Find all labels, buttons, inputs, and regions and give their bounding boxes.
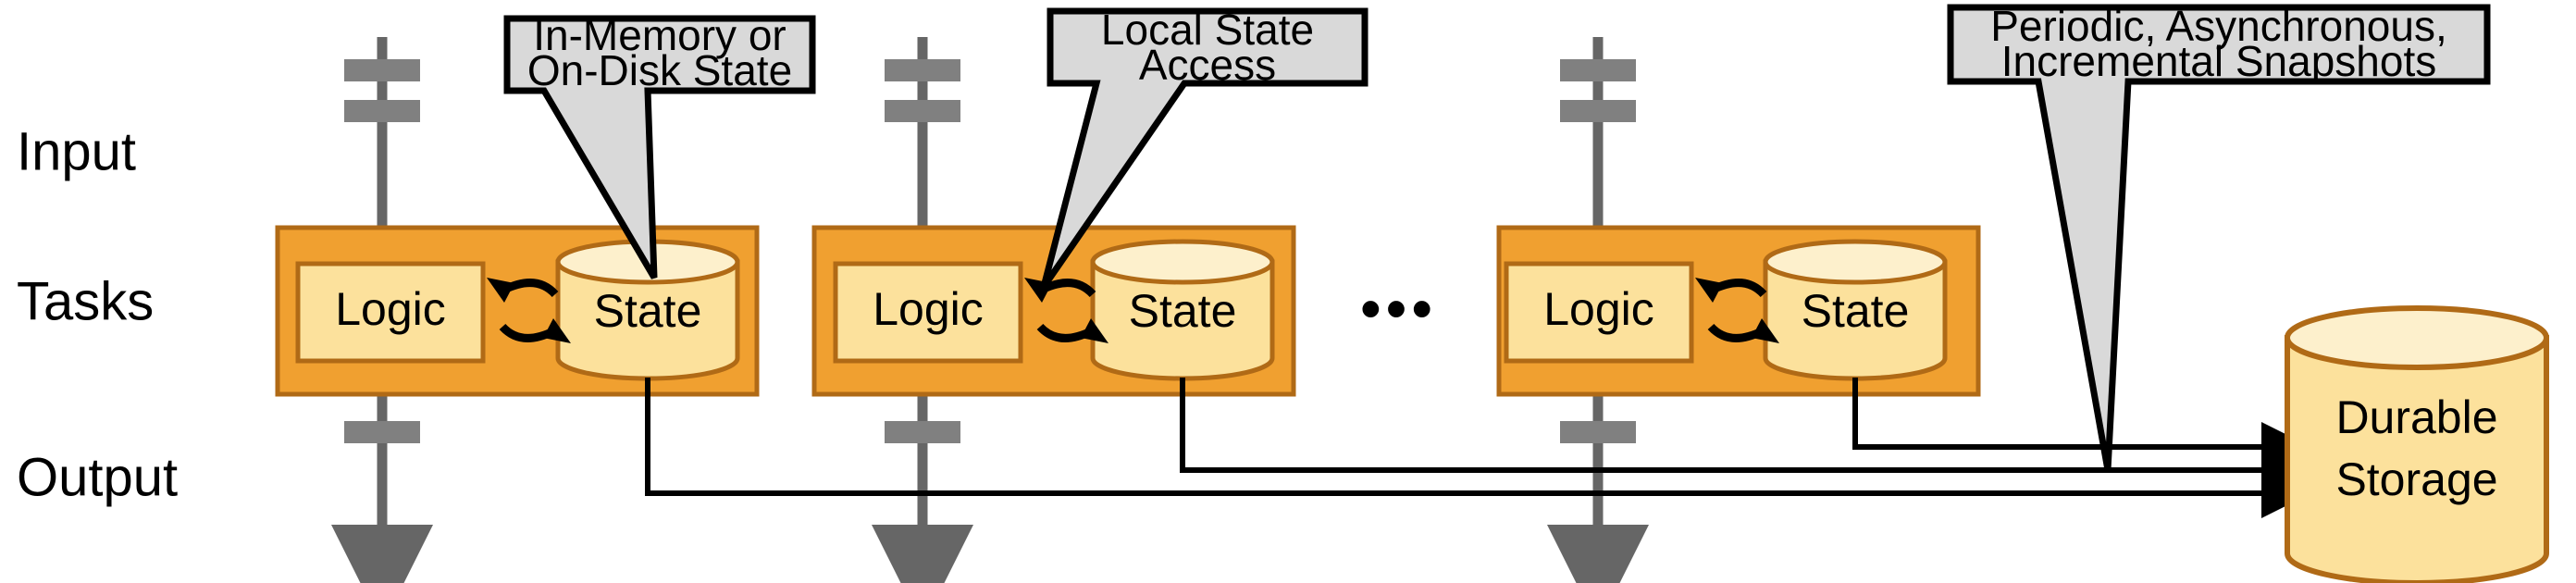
input-record-1b [344,100,420,122]
logic-label-3: Logic [1543,283,1654,335]
callout-periodic-snapshots-line2: Incremental Snapshots [2001,37,2437,85]
logic-label-1: Logic [335,283,446,335]
row-label-output: Output [17,447,178,507]
task-box-3[interactable]: Logic State [1496,225,1981,397]
input-record-3b [1560,100,1636,122]
state-cylinder-2[interactable]: State [1090,239,1275,381]
row-label-tasks: Tasks [17,271,154,331]
durable-storage-label-line1: Durable [2335,391,2497,443]
state-label-1: State [594,285,702,337]
input-record-2a [885,59,960,81]
input-record-2b [885,100,960,122]
tasks-ellipsis: ••• [1360,277,1437,341]
callout-local-state-access-line2: Access [1139,41,1276,89]
input-record-3a [1560,59,1636,81]
stateful-stream-processing-diagram: Input Tasks Output Logic State Logic Sta… [17,2,2549,583]
state-label-3: State [1802,285,1910,337]
durable-storage-cylinder[interactable]: Durable Storage [2285,305,2549,583]
state-cylinder-3[interactable]: State [1763,239,1948,381]
diagram-canvas: Input Tasks Output Logic State Logic Sta… [0,0,2576,583]
durable-storage-top [2285,305,2549,370]
output-record-2 [885,421,960,443]
state-cylinder-top-3 [1763,239,1948,285]
output-record-1 [344,421,420,443]
row-labels: Input Tasks Output [17,121,178,507]
state-label-2: State [1129,285,1237,337]
row-label-input: Input [17,121,136,181]
durable-storage-label-line2: Storage [2335,453,2497,505]
logic-label-2: Logic [873,283,984,335]
task-box-1[interactable]: Logic State [275,225,760,397]
state-cylinder-top-2 [1090,239,1275,285]
input-record-1a [344,59,420,81]
output-record-3 [1560,421,1636,443]
callout-in-memory-line2: On-Disk State [527,46,792,94]
